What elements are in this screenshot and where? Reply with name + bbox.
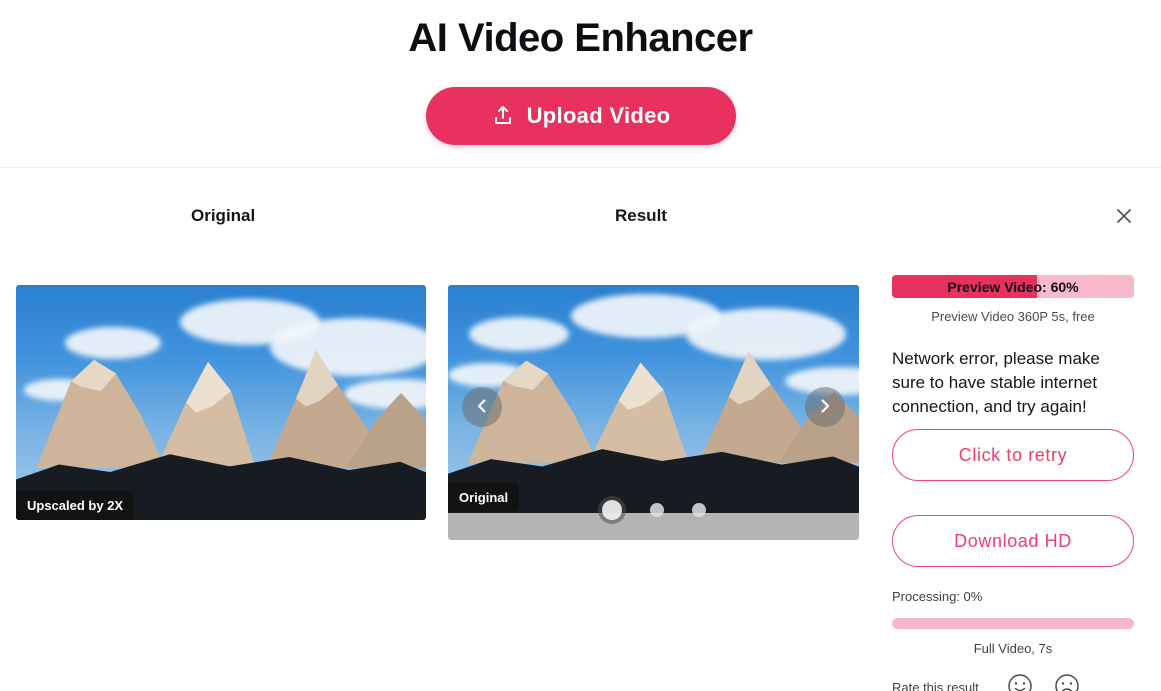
download-hd-button[interactable]: Download HD — [892, 515, 1134, 567]
close-icon — [1115, 207, 1133, 228]
upload-video-label: Upload Video — [526, 103, 671, 128]
close-button[interactable] — [1110, 203, 1138, 231]
mountain-range — [36, 349, 426, 469]
error-message: Network error, please make sure to have … — [892, 349, 1100, 416]
page-header: AI Video Enhancer Upload Video — [0, 0, 1161, 168]
carousel-dots — [448, 500, 859, 520]
upload-icon — [491, 104, 515, 128]
carousel-next-button[interactable] — [805, 387, 845, 427]
chevron-right-icon — [817, 398, 833, 417]
preview-progress-bar: Preview Video: 60% — [892, 275, 1134, 298]
retry-button[interactable]: Click to retry — [892, 429, 1134, 481]
result-video-frame — [448, 285, 859, 513]
chevron-left-icon — [474, 398, 490, 417]
result-column-heading: Result — [615, 206, 667, 225]
upscaled-badge: Upscaled by 2X — [16, 491, 135, 520]
carousel-dot[interactable] — [691, 503, 706, 517]
original-column-heading: Original — [191, 206, 256, 225]
original-video-preview[interactable]: Upscaled by 2X — [16, 285, 426, 520]
smiley-face-icon — [1007, 673, 1033, 691]
preview-progress-label: Preview Video: 60% — [947, 278, 1079, 295]
processing-status: Processing: 0% — [892, 589, 983, 604]
rate-label: Rate this result — [892, 680, 979, 691]
processing-progress-bar — [892, 618, 1134, 629]
rate-negative-button[interactable] — [1054, 673, 1080, 691]
carousel-prev-button[interactable] — [462, 387, 502, 427]
result-video-preview[interactable]: Original — [448, 285, 859, 540]
frowny-face-icon — [1054, 673, 1080, 691]
rate-positive-button[interactable] — [1007, 673, 1033, 691]
page-title: AI Video Enhancer — [408, 16, 753, 60]
carousel-dot[interactable] — [649, 503, 664, 517]
original-video-frame — [16, 285, 426, 520]
rating-row: Rate this result — [892, 673, 1134, 691]
ai-video-enhancer-page: AI Video Enhancer Upload Video Original … — [0, 0, 1161, 691]
status-side-panel: Preview Video: 60% Preview Video 360P 5s… — [892, 275, 1134, 691]
preview-caption: Preview Video 360P 5s, free — [931, 309, 1095, 324]
upload-video-button[interactable]: Upload Video — [425, 87, 736, 145]
mountain-range — [468, 351, 859, 463]
full-video-caption: Full Video, 7s — [973, 641, 1053, 656]
carousel-dot[interactable] — [601, 500, 622, 520]
